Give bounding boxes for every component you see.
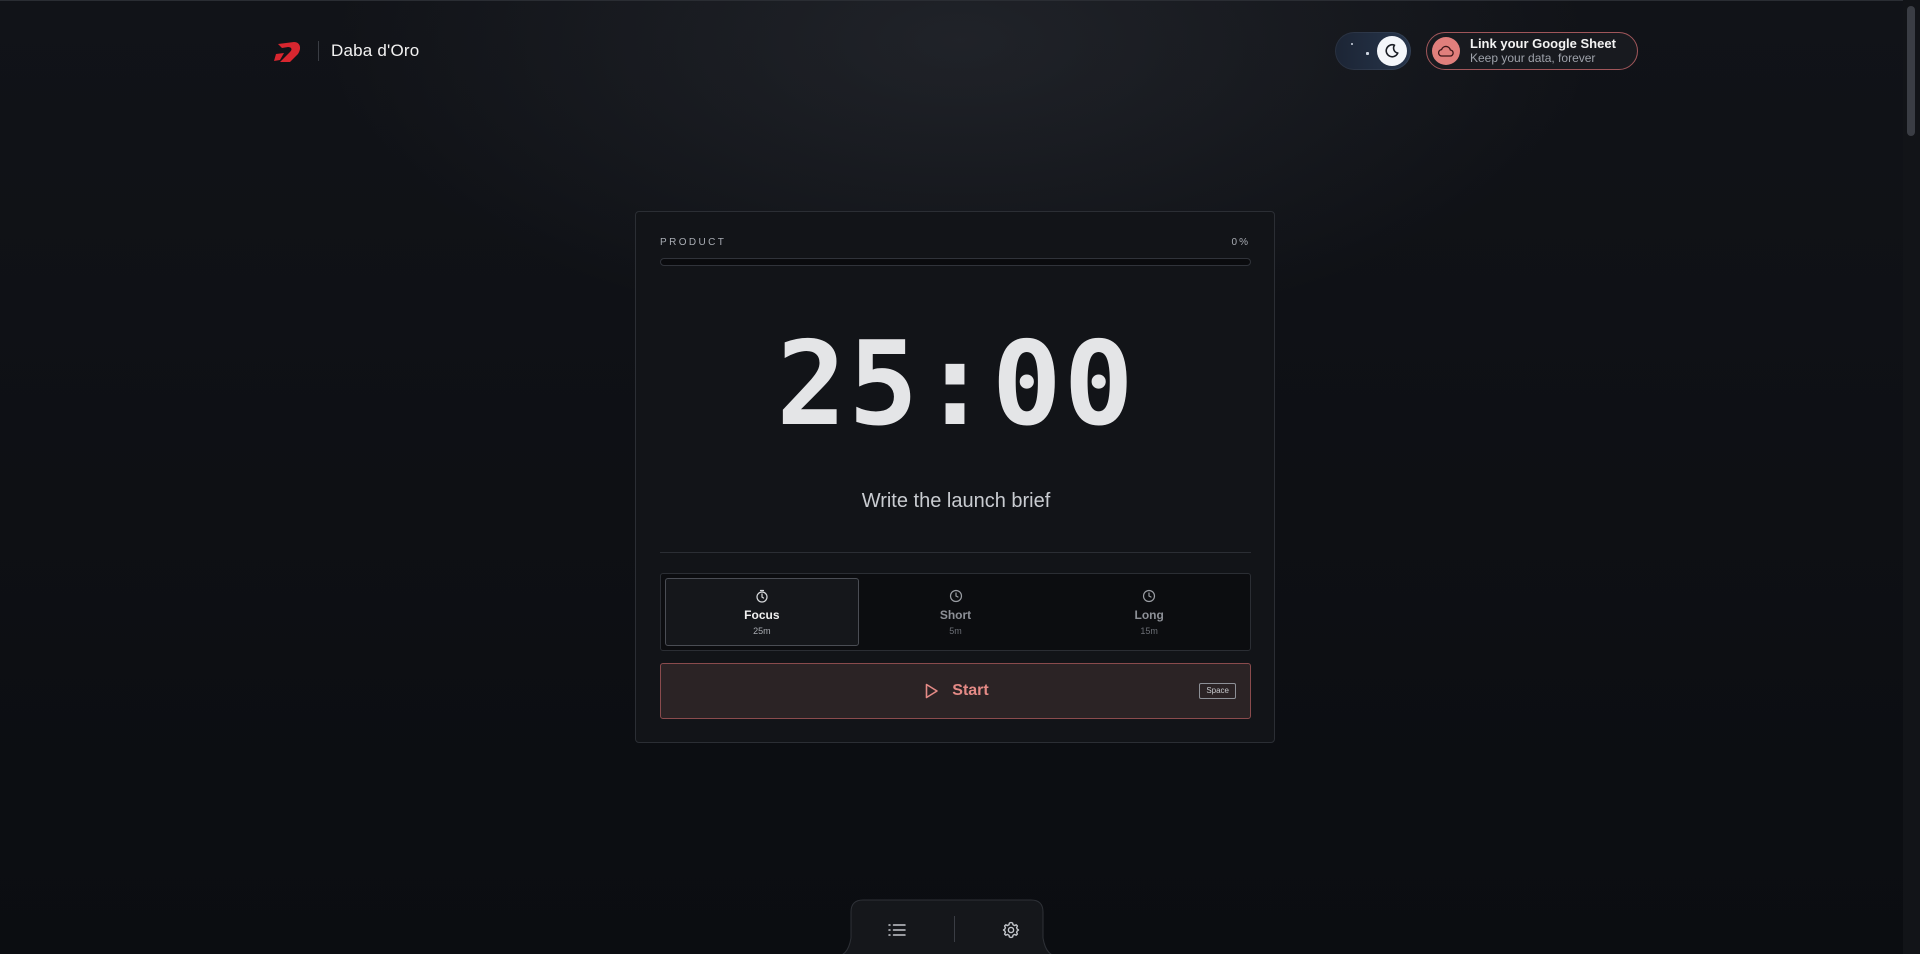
list-icon bbox=[888, 924, 906, 936]
timer-display: 25:00 bbox=[776, 317, 1136, 452]
start-button[interactable]: Start Space bbox=[660, 663, 1251, 719]
progress-bar bbox=[660, 258, 1251, 266]
clock-icon bbox=[1143, 589, 1156, 602]
gsheet-subtitle: Keep your data, forever bbox=[1470, 51, 1596, 65]
star-icon bbox=[1366, 52, 1369, 55]
mode-selector: Focus 25m Short 5m Long 15m bbox=[660, 573, 1251, 651]
moon-icon bbox=[1385, 43, 1399, 58]
brand-divider bbox=[318, 41, 319, 61]
brand-logo-icon bbox=[274, 42, 301, 62]
scrollbar-thumb[interactable] bbox=[1907, 6, 1915, 136]
mode-label: Focus bbox=[744, 607, 780, 622]
cloud-icon-badge bbox=[1432, 37, 1460, 65]
timer-icon bbox=[756, 589, 768, 603]
brand-name: Daba d'Oro bbox=[331, 41, 420, 60]
page-scrollbar[interactable] bbox=[1903, 0, 1920, 954]
bottom-dock bbox=[827, 898, 1067, 954]
mode-label: Short bbox=[939, 607, 972, 622]
theme-toggle-knob bbox=[1377, 36, 1407, 66]
mode-duration: 5m bbox=[949, 625, 962, 636]
link-google-sheet-button[interactable]: Link your Google Sheet Keep your data, f… bbox=[1426, 32, 1638, 70]
mode-duration: 15m bbox=[1140, 625, 1158, 636]
card-divider bbox=[660, 552, 1251, 553]
theme-toggle[interactable] bbox=[1335, 32, 1411, 70]
project-label: PRODUCT bbox=[660, 237, 727, 248]
progress-percent: 0% bbox=[1231, 237, 1250, 248]
star-icon bbox=[1351, 43, 1353, 45]
mode-focus[interactable]: Focus 25m bbox=[665, 578, 859, 646]
mode-long[interactable]: Long 15m bbox=[1052, 578, 1246, 646]
top-border bbox=[0, 0, 1920, 1]
clock-icon bbox=[949, 589, 962, 602]
dock-divider bbox=[954, 916, 955, 942]
current-task[interactable]: Write the launch brief bbox=[636, 490, 1276, 513]
list-button[interactable] bbox=[885, 918, 909, 942]
mode-duration: 25m bbox=[753, 625, 771, 636]
timer-card: PRODUCT 0% 25:00 Write the launch brief … bbox=[635, 211, 1275, 743]
mode-short[interactable]: Short 5m bbox=[859, 578, 1053, 646]
mode-label: Long bbox=[1134, 607, 1164, 622]
dock-background bbox=[842, 899, 1052, 954]
brand[interactable]: Daba d'Oro bbox=[274, 36, 419, 66]
play-icon bbox=[925, 683, 939, 699]
gsheet-title: Link your Google Sheet bbox=[1470, 36, 1616, 51]
settings-button[interactable] bbox=[999, 918, 1023, 942]
start-label: Start bbox=[952, 682, 989, 699]
gear-icon bbox=[1002, 921, 1020, 939]
cloud-icon bbox=[1438, 45, 1454, 57]
shortcut-hint: Space bbox=[1199, 683, 1236, 699]
